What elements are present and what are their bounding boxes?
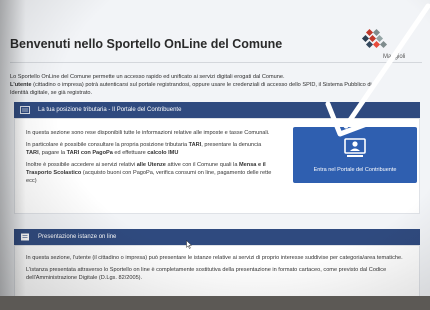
tributi-p2: In particolare è possibile consultare la… bbox=[26, 142, 262, 156]
page-title: Benvenuti nello Sportello OnLine del Com… bbox=[10, 37, 283, 51]
intro-line1: Lo Sportello OnLine del Comune permette … bbox=[10, 74, 285, 80]
mouse-cursor-icon bbox=[186, 240, 192, 249]
istanze-p2: L'istanza presentata attraverso lo Sport… bbox=[26, 267, 387, 281]
intro-line2: (cittadino o impresa) potrà autenticarsi… bbox=[31, 82, 372, 88]
enter-portale-contribuente-button[interactable]: Entra nel Portale del Contribuente bbox=[293, 127, 417, 183]
intro-utente: L'utente bbox=[10, 82, 32, 88]
document-icon bbox=[20, 106, 30, 114]
tributi-description: In questa sezione sono rese disponibili … bbox=[26, 129, 276, 189]
enter-button-label: Entra nel Portale del Contribuente bbox=[313, 167, 397, 173]
monitor-bezel bbox=[0, 296, 430, 310]
tributi-p1: In questa sezione sono rese disponibili … bbox=[26, 130, 270, 136]
logo-mark-icon bbox=[361, 28, 388, 49]
logo-text: Maggioli bbox=[383, 54, 406, 60]
section-title-istanze: Presentazione istanze on line bbox=[38, 234, 117, 240]
istanze-description: In questa sezione, l'utente (il cittadin… bbox=[26, 254, 406, 286]
section-title-tributi: La tua posizione tributaria - Il Portale… bbox=[38, 107, 182, 113]
tributi-p3: Inoltre è possibile accedere ai servizi … bbox=[26, 162, 272, 184]
form-icon bbox=[21, 233, 29, 241]
intro-text: Lo Sportello OnLine del Comune permette … bbox=[10, 73, 415, 97]
intro-line3: Identità digitale, se già registrato. bbox=[10, 90, 93, 96]
browser-screen: Benvenuti nello Sportello OnLine del Com… bbox=[0, 0, 430, 304]
header-divider bbox=[10, 62, 422, 63]
section-header-istanze: Presentazione istanze on line bbox=[14, 229, 420, 245]
taxpayer-portal-icon bbox=[344, 138, 366, 157]
section-header-tributi: La tua posizione tributaria - Il Portale… bbox=[14, 102, 420, 118]
istanze-p1: In questa sezione, l'utente (il cittadin… bbox=[26, 255, 403, 261]
